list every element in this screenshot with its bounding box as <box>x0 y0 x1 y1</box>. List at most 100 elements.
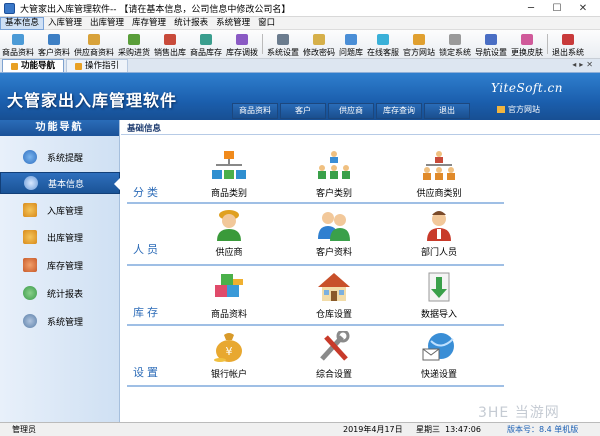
tab-function-nav[interactable]: 功能导航 <box>2 59 65 72</box>
customer-category-item[interactable]: 客户类别 <box>294 150 374 199</box>
customer-info-item[interactable]: 客户资料 <box>294 209 374 258</box>
tab-icon <box>75 62 83 70</box>
nav-icon <box>485 34 497 45</box>
selection-arrow <box>114 178 120 190</box>
nav-supplier[interactable]: 供应商 <box>328 103 374 119</box>
people-hierarchy-icon <box>316 150 352 182</box>
nav-product-info[interactable]: 商品资料 <box>232 103 278 119</box>
menu-inventory[interactable]: 库存管理 <box>128 17 170 30</box>
official-site-link[interactable]: 官方网站 <box>497 104 540 115</box>
category-label: 分类 <box>133 186 161 199</box>
nav-exit[interactable]: 退出 <box>424 103 470 119</box>
section-divider <box>127 385 504 387</box>
minimize-icon[interactable]: ─ <box>518 3 544 14</box>
skin-icon <box>521 34 533 45</box>
sidebar-item-system[interactable]: 系统管理 <box>0 310 120 332</box>
report-icon <box>23 286 37 300</box>
sidebar-item-inbound[interactable]: 入库管理 <box>0 199 120 221</box>
toolbar-separator <box>547 34 548 54</box>
menu-outbound[interactable]: 出库管理 <box>86 17 128 30</box>
nav-customer[interactable]: 客户 <box>280 103 326 119</box>
section-divider <box>127 264 504 266</box>
supplier-item[interactable]: 供应商 <box>189 209 269 258</box>
money-bag-icon: ¥ <box>211 331 247 363</box>
sales-button[interactable]: 销售出库 <box>152 30 188 58</box>
section-divider <box>127 324 504 326</box>
transfer-icon <box>236 34 248 45</box>
menu-bar: 基本信息 入库管理 出库管理 库存管理 统计报表 系统管理 窗口 <box>0 16 600 30</box>
maximize-icon[interactable]: ☐ <box>544 3 570 14</box>
main-panel: 基础信息 分类 人员 库存 设置 商品类别 客户类别 供应商类别 供应商 客户资… <box>121 120 600 422</box>
tab-operation-guide[interactable]: 操作指引 <box>66 59 129 72</box>
lock-system-button[interactable]: 锁定系统 <box>437 30 473 58</box>
boxes-icon <box>211 271 247 303</box>
nav-stock-query[interactable]: 库存查询 <box>376 103 422 119</box>
faq-button[interactable]: 问题库 <box>337 30 365 58</box>
official-site-button[interactable]: 官方网站 <box>401 30 437 58</box>
section-divider <box>127 202 504 204</box>
key-icon <box>313 34 325 45</box>
staff-icon <box>421 209 457 241</box>
status-time: 13:47:06 <box>445 425 481 434</box>
product-icon <box>12 34 24 45</box>
product-info-item[interactable]: 商品资料 <box>189 271 269 320</box>
banner-nav: 商品资料 客户 供应商 库存查询 退出 <box>232 103 472 119</box>
svg-text:¥: ¥ <box>226 345 233 358</box>
change-password-button[interactable]: 修改密码 <box>301 30 337 58</box>
inbound-icon <box>23 203 37 217</box>
product-category-item[interactable]: 商品类别 <box>189 150 269 199</box>
stock-button[interactable]: 商品库存 <box>188 30 224 58</box>
supplier-info-button[interactable]: 供应商资料 <box>72 30 116 58</box>
status-weekday: 星期三 <box>416 425 440 434</box>
express-settings-item[interactable]: 快递设置 <box>399 331 479 380</box>
toolbar: 商品资料 客户资料 供应商资料 采购进货 销售出库 商品库存 库存调拨 系统设置… <box>0 30 600 59</box>
window-title: 大管家出入库管理软件-- 【请在基本信息，公司信息中修改公司名】 <box>20 4 291 15</box>
menu-inbound[interactable]: 入库管理 <box>44 17 86 30</box>
exit-system-button[interactable]: 退出系统 <box>550 30 586 58</box>
change-skin-button[interactable]: 更换皮肤 <box>509 30 545 58</box>
sidebar-item-outbound[interactable]: 出库管理 <box>0 226 120 248</box>
exit-icon <box>562 34 574 45</box>
title-bar: 大管家出入库管理软件-- 【请在基本信息，公司信息中修改公司名】 ─ ☐ ✕ <box>0 0 600 17</box>
home-icon <box>413 34 425 45</box>
sidebar-item-reports[interactable]: 统计报表 <box>0 282 120 304</box>
general-settings-item[interactable]: 综合设置 <box>294 329 374 380</box>
warehouse-settings-item[interactable]: 仓库设置 <box>294 271 374 320</box>
people-label: 人员 <box>133 243 161 256</box>
menu-basic-info[interactable]: 基本信息 <box>0 16 45 30</box>
lock-icon <box>449 34 461 45</box>
department-staff-item[interactable]: 部门人员 <box>399 209 479 258</box>
supplier-category-item[interactable]: 供应商类别 <box>399 150 479 199</box>
divider <box>121 134 600 135</box>
sidebar-item-reminder[interactable]: 系统提醒 <box>0 146 120 168</box>
sidebar-item-inventory[interactable]: 库存管理 <box>0 254 120 276</box>
sidebar-item-basic-info[interactable]: 基本信息 <box>0 172 120 194</box>
purchase-icon <box>128 34 140 45</box>
supplier-icon <box>88 34 100 45</box>
bank-account-item[interactable]: ¥ 银行帐户 <box>189 331 269 380</box>
transfer-button[interactable]: 库存调拨 <box>224 30 260 58</box>
tools-icon <box>23 314 37 328</box>
close-icon[interactable]: ✕ <box>570 3 596 14</box>
purchase-button[interactable]: 采购进货 <box>116 30 152 58</box>
sidebar: 功能导航 系统提醒 基本信息 入库管理 出库管理 库存管理 统计报表 系统管理 <box>0 120 120 422</box>
nav-settings-button[interactable]: 导航设置 <box>473 30 509 58</box>
system-settings-button[interactable]: 系统设置 <box>265 30 301 58</box>
customer-info-button[interactable]: 客户资料 <box>36 30 72 58</box>
globe-mail-icon <box>421 331 457 363</box>
import-icon <box>421 271 457 303</box>
settings-icon <box>277 34 289 45</box>
menu-window[interactable]: 窗口 <box>254 17 279 30</box>
users-icon <box>316 209 352 241</box>
question-icon <box>345 34 357 45</box>
tools-icon <box>316 329 352 363</box>
product-info-button[interactable]: 商品资料 <box>0 30 36 58</box>
menu-reports[interactable]: 统计报表 <box>170 17 212 30</box>
menu-system[interactable]: 系统管理 <box>212 17 254 30</box>
warehouse-icon <box>23 258 37 272</box>
data-import-item[interactable]: 数据导入 <box>399 271 479 320</box>
banner: 大管家出入库管理软件 YiteSoft.cn 官方网站 商品资料 客户 供应商 … <box>0 73 600 120</box>
online-service-button[interactable]: 在线客服 <box>365 30 401 58</box>
status-version: 版本号：8.4 单机版 <box>507 425 579 434</box>
tab-controls[interactable]: ◂▸✕ <box>572 60 596 69</box>
